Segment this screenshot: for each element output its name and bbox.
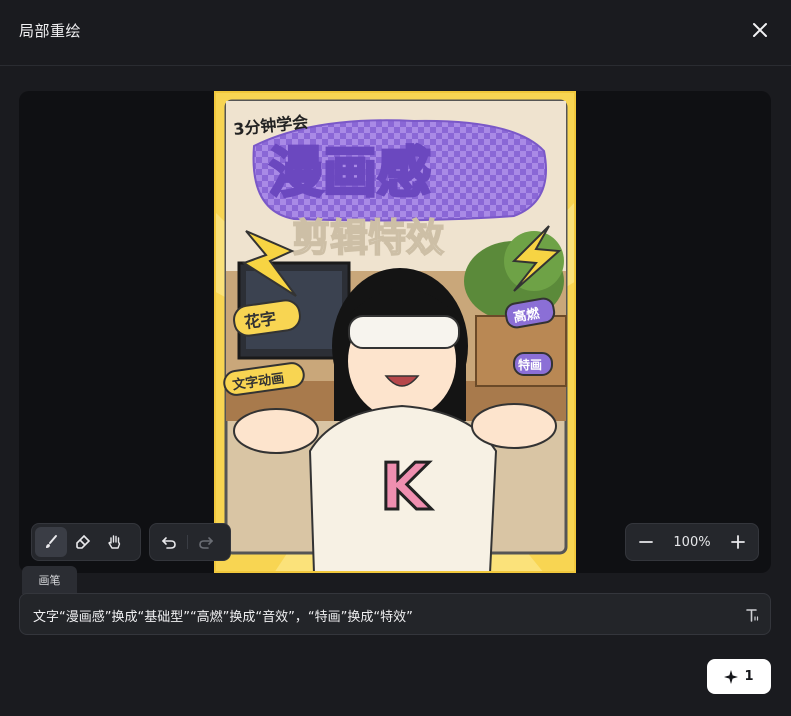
plus-icon bbox=[731, 535, 745, 549]
prompt-input[interactable]: 文字“漫画感”换成“基础型”“高燃”换成“音效”，“特画”换成“特效” bbox=[19, 593, 771, 635]
redo-icon bbox=[199, 537, 214, 549]
poster-headline: 漫画感 bbox=[269, 141, 431, 204]
redo-button[interactable] bbox=[190, 527, 222, 557]
generate-count: 1 bbox=[744, 669, 754, 684]
minus-icon bbox=[639, 541, 653, 543]
zoom-value: 100% bbox=[673, 534, 711, 550]
tag-tehua: 特画 bbox=[518, 357, 542, 372]
eraser-icon bbox=[76, 534, 91, 549]
brush-button[interactable] bbox=[35, 527, 67, 557]
eraser-button[interactable] bbox=[67, 527, 99, 557]
draw-tools bbox=[31, 523, 141, 561]
tool-tooltip: 画笔 bbox=[22, 566, 77, 594]
zoom-in-button[interactable] bbox=[722, 527, 754, 557]
dialog-header: 局部重绘 bbox=[0, 0, 791, 66]
prompt-text[interactable]: 文字“漫画感”换成“基础型”“高燃”换成“音效”，“特画”换成“特效” bbox=[33, 606, 413, 625]
hand-button[interactable] bbox=[99, 527, 131, 557]
shirt-letter: K bbox=[380, 451, 432, 525]
zoom-control: 100% bbox=[625, 523, 759, 561]
brush-icon bbox=[46, 535, 57, 548]
text-style-icon[interactable] bbox=[745, 607, 761, 623]
history-divider bbox=[187, 535, 188, 549]
generate-button[interactable]: 1 bbox=[707, 659, 771, 694]
hand-icon bbox=[108, 535, 121, 549]
history-tools bbox=[149, 523, 231, 561]
undo-icon bbox=[161, 537, 176, 549]
poster-image[interactable]: 3分钟学会 漫画感 剪辑特效 K 花字 文字动画 高燃 特画 bbox=[214, 91, 576, 573]
undo-button[interactable] bbox=[153, 527, 185, 557]
poster-subline: 剪辑特效 bbox=[292, 216, 444, 260]
edit-canvas[interactable]: 3分钟学会 漫画感 剪辑特效 K 花字 文字动画 高燃 特画 bbox=[19, 91, 771, 573]
dialog-title: 局部重绘 bbox=[19, 22, 82, 40]
sparkle-icon bbox=[724, 669, 739, 684]
close-icon[interactable] bbox=[748, 18, 772, 42]
zoom-out-button[interactable] bbox=[630, 527, 662, 557]
